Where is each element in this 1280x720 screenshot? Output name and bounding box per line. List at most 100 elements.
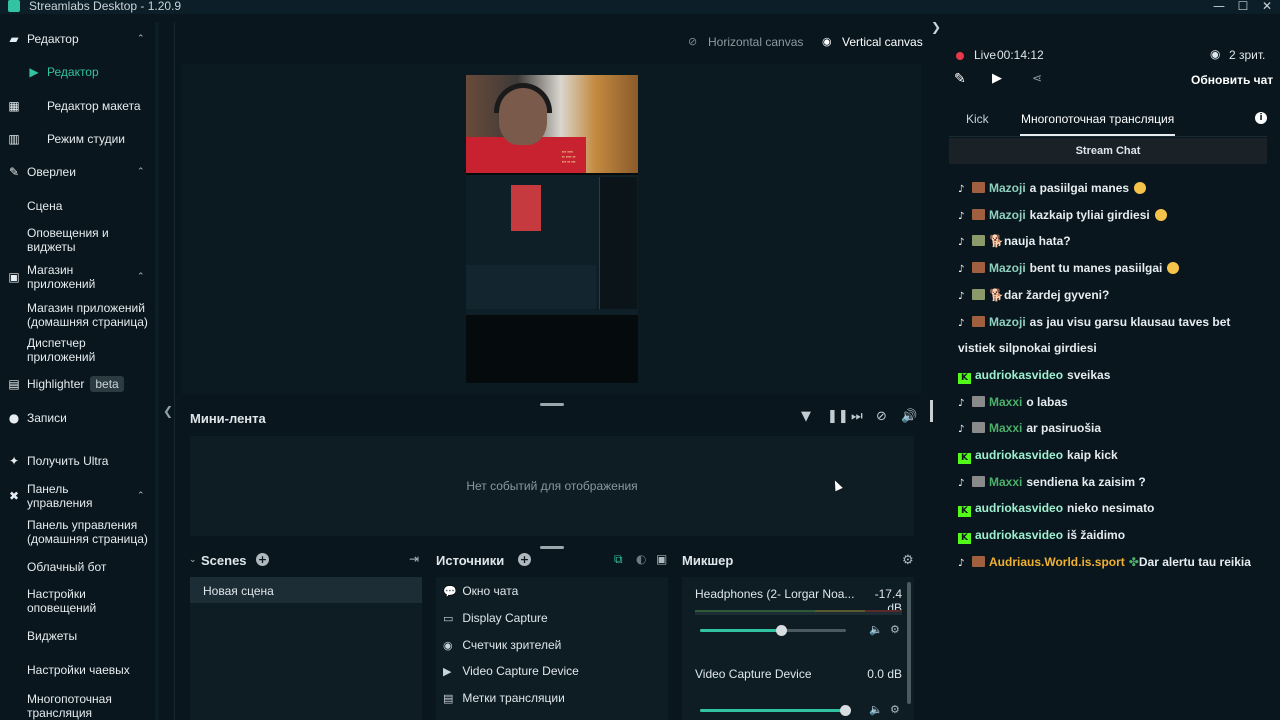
pencil-icon[interactable]: ✎ (954, 72, 966, 86)
studio-mode-icon: ▥ (8, 132, 20, 146)
source-item[interactable]: ▤ Метки трансляции (443, 691, 565, 705)
chat-username[interactable]: Audriaus.World.is.sport (989, 555, 1125, 569)
mute-alerts-icon[interactable]: ⊘ (876, 410, 887, 423)
vertical-canvas-toggle[interactable]: Vertical canvas (842, 35, 923, 49)
right-panel-resize-handle[interactable] (930, 400, 933, 422)
chevron-up-icon[interactable]: ⌃ (137, 272, 145, 282)
chat-username[interactable]: audriokasvideo (975, 448, 1063, 462)
kick-icon: K (958, 372, 971, 384)
chat-message: ♪ Mazoji bent tu manes pasiilgai (958, 255, 1258, 282)
beta-badge: beta (90, 376, 124, 392)
kick-icon: K (958, 533, 971, 545)
tab-multistream[interactable]: Многопоточная трансляция (1021, 112, 1174, 126)
vertical-canvas-frame[interactable]: ▪▪▪ ▪▪▪▪ ▪▪ ▪▪▪▪ ▪▪ ▪▪▪ ▪▪ ▪▪▪ (466, 75, 638, 383)
sidebar-item-label: Магазин приложений (27, 263, 96, 291)
add-scene-icon[interactable]: + (256, 553, 269, 566)
minifeed-box: Нет событий для отображения (190, 436, 914, 536)
tiktok-icon: ♪ (958, 424, 965, 436)
filter-icon[interactable]: ▼ (801, 410, 811, 423)
scene-item[interactable]: Новая сцена (190, 577, 422, 603)
source-item[interactable]: ▶ Video Capture Device (443, 664, 579, 678)
mute-icon[interactable]: 🔈 (869, 624, 883, 635)
mixer-scrollbar[interactable] (907, 582, 911, 704)
webcam-feed: ▪▪▪ ▪▪▪▪ ▪▪ ▪▪▪▪ ▪▪ ▪▪▪ ▪▪ ▪▪▪ (466, 75, 638, 173)
source-item[interactable]: 💬 Окно чата (443, 584, 518, 598)
streamlabs-logo-icon (8, 0, 20, 12)
tab-kick[interactable]: Kick (966, 112, 989, 126)
source-visibility-icon[interactable]: ◐ (636, 553, 646, 565)
volume-slider[interactable] (700, 705, 851, 716)
collapse-sidebar-icon[interactable]: ❮ (163, 405, 173, 417)
tiktok-icon: ♪ (958, 477, 965, 489)
eye-slash-icon[interactable]: ⊘ (688, 36, 697, 47)
camera-icon: ▶ (29, 65, 39, 79)
clover-icon: ✤ (1128, 554, 1139, 569)
active-tab-indicator (1020, 134, 1175, 136)
grinning-emoji-icon (1154, 208, 1167, 221)
chevron-up-icon[interactable]: ⌃ (137, 491, 145, 501)
minimize-icon[interactable]: — (1212, 0, 1226, 13)
avatar (972, 182, 985, 193)
source-group-icon[interactable]: ⧉ (614, 553, 623, 565)
display-capture-feed (466, 175, 638, 315)
maximize-icon[interactable]: ☐ (1236, 0, 1250, 13)
chat-message: ♪ Maxxi o labas (958, 389, 1258, 416)
refresh-chat-button[interactable]: Обновить чат (1191, 73, 1273, 87)
chat-username[interactable]: audriokasvideo (975, 501, 1063, 515)
folder-icon[interactable]: ▣ (656, 553, 667, 565)
chat-username[interactable]: Mazoji (989, 315, 1026, 329)
chat-username[interactable]: Mazoji (989, 261, 1026, 275)
chat-username[interactable]: Mazoji (989, 181, 1026, 195)
eye-icon: ◉ (1210, 47, 1221, 61)
info-icon[interactable]: i (1255, 112, 1267, 124)
sidebar-item-label: Настройки оповещений (27, 587, 97, 615)
sidebar-item-label: Магазин приложений (домашняя страница) (27, 301, 148, 329)
eye-icon: ◉ (443, 638, 453, 652)
mixer-channel-name: Headphones (2- Lorgar Noa... (695, 587, 855, 601)
gear-icon[interactable]: ⚙ (890, 704, 900, 715)
sidebar-item-label: Настройки чаевых (27, 663, 130, 677)
eye-icon[interactable]: ◉ (822, 36, 832, 47)
add-source-icon[interactable]: + (518, 553, 531, 566)
gear-icon[interactable]: ⚙ (902, 554, 914, 567)
source-item[interactable]: ◉ Счетчик зрителей (443, 638, 561, 652)
tiktok-icon: ♪ (958, 237, 965, 249)
mute-icon[interactable]: 🔈 (869, 704, 883, 715)
share-icon[interactable]: ⋖ (1032, 72, 1042, 84)
stream-timer: 00:14:12 (997, 48, 1044, 62)
close-icon[interactable]: ✕ (1260, 0, 1274, 13)
skip-icon[interactable]: ⏭ (851, 410, 863, 423)
chat-username[interactable]: audriokasvideo (975, 368, 1063, 382)
resize-handle[interactable] (540, 403, 564, 406)
volume-slider[interactable] (700, 625, 846, 636)
chat-text: kaip kick (1067, 448, 1118, 463)
sidebar-item-label: Записи (27, 411, 67, 425)
source-item-label: Окно чата (459, 584, 519, 598)
store-icon: ▣ (8, 270, 20, 284)
live-indicator-icon (956, 52, 964, 60)
pause-icon[interactable]: ❚❚ (827, 410, 849, 423)
scene-transitions-icon[interactable]: ⇥ (409, 553, 419, 565)
chat-username[interactable]: Maxxi (989, 421, 1022, 435)
resize-handle[interactable] (540, 546, 564, 549)
horizontal-canvas-toggle[interactable]: Horizontal canvas (708, 35, 803, 49)
chevron-up-icon[interactable]: ⌃ (137, 34, 145, 44)
chat-username[interactable]: Maxxi (989, 395, 1022, 409)
chat-text: ar pasiruošia (1026, 421, 1102, 436)
tiktok-icon: ♪ (958, 184, 965, 195)
volume-icon[interactable]: 🔊 (901, 410, 917, 423)
video-camera-icon[interactable]: ▶ (992, 72, 1002, 85)
chevron-right-icon[interactable]: ❯ (931, 21, 941, 33)
scenes-title: Scenes (201, 553, 247, 568)
gear-icon[interactable]: ⚙ (890, 624, 900, 635)
sidebar-divider (155, 22, 159, 720)
chevron-down-icon[interactable]: ⌄ (189, 556, 197, 565)
avatar (972, 235, 985, 247)
chat-username[interactable]: Mazoji (989, 208, 1026, 222)
mixer-channel-db: 0.0 dB (867, 667, 902, 681)
chat-username[interactable]: audriokasvideo (975, 528, 1063, 542)
chevron-up-icon[interactable]: ⌃ (137, 167, 145, 177)
tiktok-icon: ♪ (958, 264, 965, 276)
chat-username[interactable]: Maxxi (989, 475, 1022, 489)
source-item[interactable]: ▭ Display Capture (443, 611, 548, 625)
